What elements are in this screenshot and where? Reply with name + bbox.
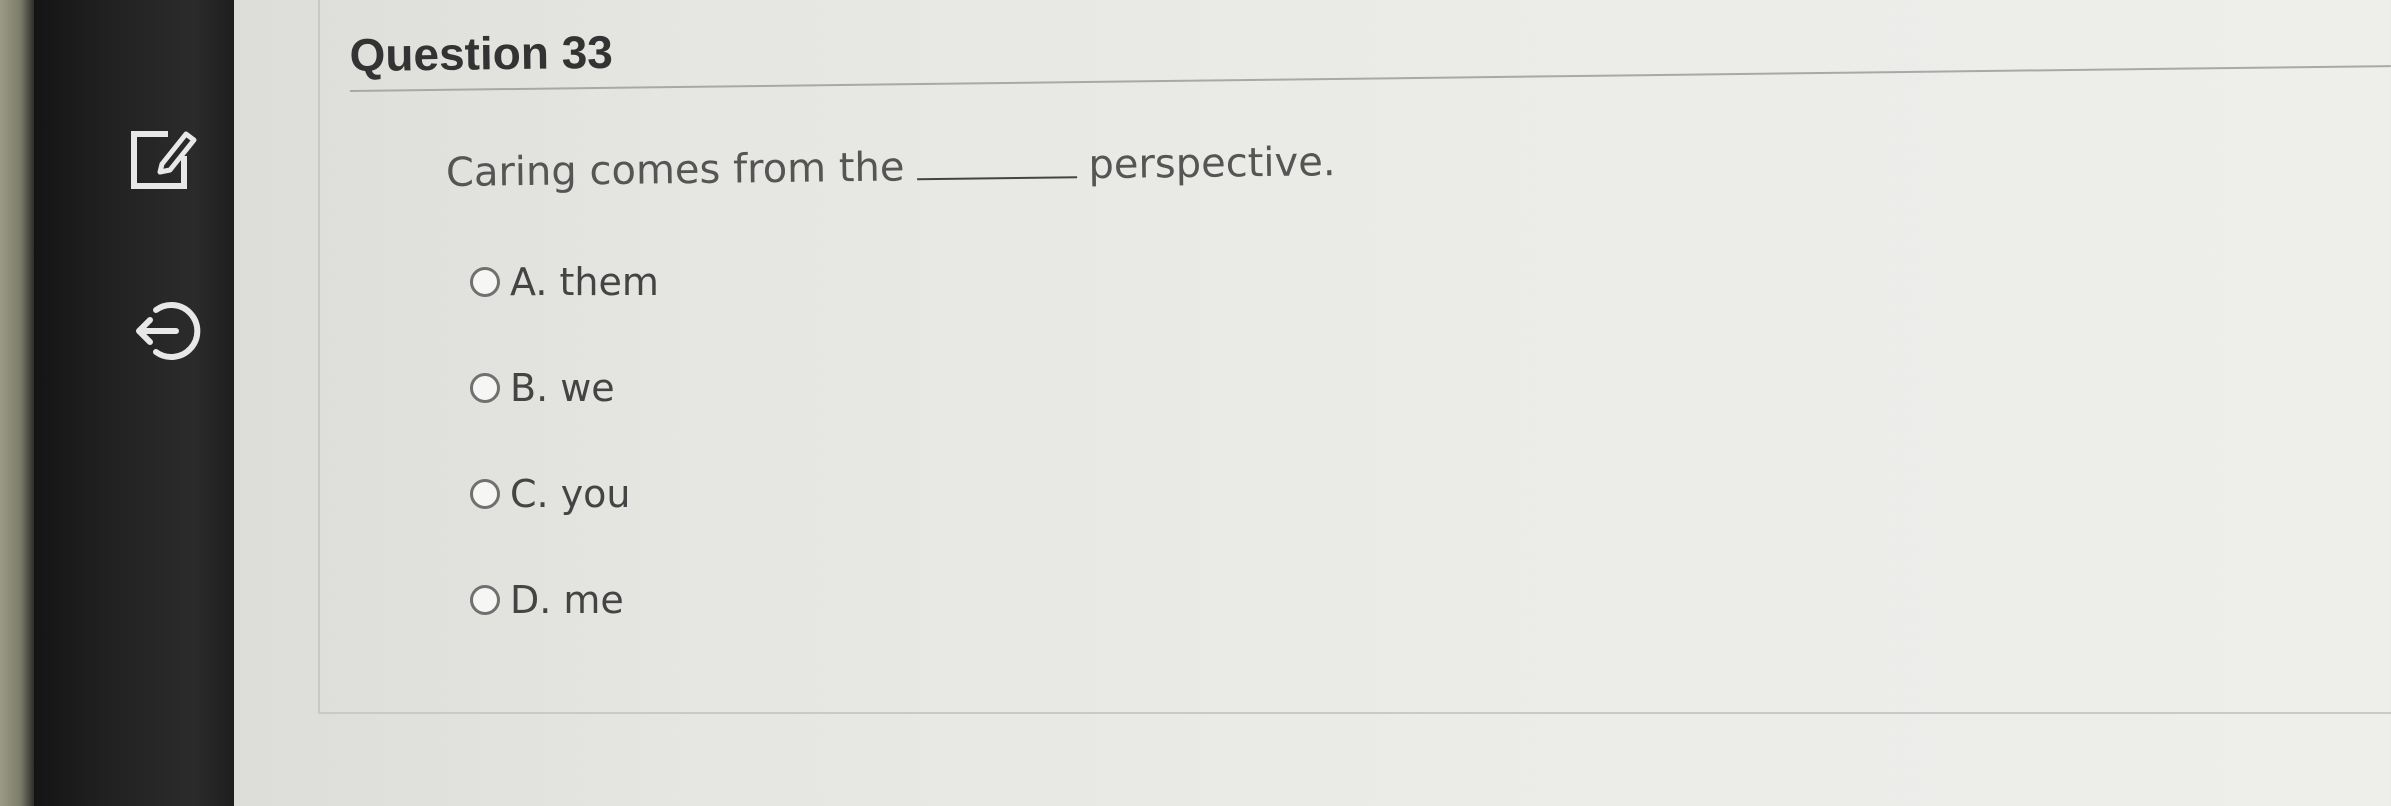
question-stem-start: Caring comes from the	[445, 144, 905, 196]
choice-b-radio[interactable]	[470, 373, 500, 403]
exit-icon[interactable]	[126, 290, 206, 370]
choice-c-label[interactable]: C. you	[510, 472, 631, 516]
choice-d-radio[interactable]	[470, 585, 500, 615]
screen-frame-edge	[0, 0, 34, 806]
choice-d[interactable]: D. me	[470, 576, 659, 624]
side-toolbar	[34, 0, 234, 806]
question-title: Question 33	[349, 25, 614, 82]
choice-b[interactable]: B. we	[470, 364, 659, 412]
choice-a-radio[interactable]	[470, 267, 500, 297]
choice-a-label[interactable]: A. them	[510, 260, 659, 304]
choice-c-radio[interactable]	[470, 479, 500, 509]
question-stem-end: perspective.	[1088, 139, 1336, 189]
edit-note-icon[interactable]	[122, 120, 202, 200]
choice-d-label[interactable]: D. me	[510, 578, 624, 622]
choice-a[interactable]: A. them	[470, 258, 659, 306]
answer-choices: A. them B. we C. you D. me	[470, 258, 659, 682]
answer-blank	[916, 176, 1077, 181]
choice-c[interactable]: C. you	[470, 470, 659, 518]
choice-b-label[interactable]: B. we	[510, 366, 615, 410]
